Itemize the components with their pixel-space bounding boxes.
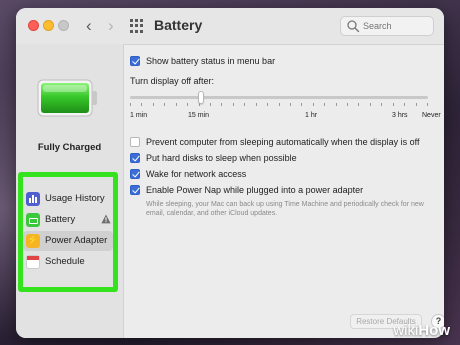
- slider-tick: [232, 103, 234, 106]
- slider-tick: [392, 103, 394, 106]
- sidebar-item-power-adapter[interactable]: ⚡ Power Adapter: [23, 231, 113, 251]
- tick-label-15-min: 15 min: [188, 112, 210, 119]
- slider-tick: [312, 103, 314, 106]
- slider-tick: [187, 103, 189, 106]
- slider-tick: [427, 103, 428, 106]
- main-panel: Show battery status in menu bar Turn dis…: [124, 44, 444, 338]
- slider-tick: [175, 103, 177, 106]
- prevent-sleep-checkbox[interactable]: [130, 137, 140, 147]
- battery-charged-icon: [37, 79, 97, 117]
- slider-tick: [301, 103, 303, 106]
- slider-tick: [152, 103, 154, 106]
- tick-label-1-min: 1 min: [130, 112, 148, 119]
- close-button[interactable]: [28, 20, 39, 31]
- back-chevron-icon[interactable]: ‹: [86, 16, 92, 36]
- slider-ticks: [130, 103, 428, 107]
- power-nap-label: Enable Power Nap while plugged into a po…: [146, 185, 364, 195]
- forward-chevron-icon[interactable]: ›: [108, 16, 114, 36]
- prevent-sleep-label: Prevent computer from sleeping automatic…: [146, 137, 420, 147]
- hard-disks-checkbox[interactable]: [130, 153, 140, 163]
- title-bar: ‹ › Battery: [16, 8, 444, 45]
- slider-tick: [369, 103, 371, 106]
- sidebar-item-label: Usage History: [45, 193, 105, 204]
- slider-tick: [141, 103, 143, 106]
- zoom-button[interactable]: [58, 20, 69, 31]
- power-nap-checkbox[interactable]: [130, 185, 140, 195]
- search-icon: [347, 20, 360, 33]
- sidebar-item-label: Power Adapter: [45, 235, 108, 246]
- display-off-slider-track[interactable]: [130, 96, 428, 99]
- slider-tick: [130, 103, 131, 106]
- slider-tick: [358, 103, 360, 106]
- power-adapter-icon: ⚡: [26, 234, 40, 248]
- battery-icon: [26, 213, 40, 227]
- slider-tick: [244, 103, 246, 106]
- sidebar-item-battery[interactable]: Battery: [23, 210, 113, 230]
- preferences-window: ‹ › Battery Search Fully Charged Usage H…: [16, 8, 444, 338]
- slider-tick: [209, 103, 211, 106]
- slider-tick: [324, 103, 326, 106]
- show-status-checkbox[interactable]: [130, 56, 140, 66]
- display-off-label: Turn display off after:: [130, 76, 215, 86]
- search-input[interactable]: [363, 19, 429, 33]
- schedule-icon: [26, 255, 40, 269]
- slider-tick: [221, 103, 223, 106]
- slider-tick: [267, 103, 269, 106]
- display-off-slider-thumb[interactable]: [198, 91, 204, 104]
- slider-tick: [289, 103, 291, 106]
- power-nap-description: While sleeping, your Mac can back up usi…: [146, 201, 424, 217]
- slider-tick: [278, 103, 280, 106]
- tick-label-never: Never: [422, 112, 441, 119]
- slider-tick: [347, 103, 349, 106]
- sidebar: Fully Charged Usage History Battery ⚡ Po…: [16, 44, 124, 338]
- wake-network-checkbox[interactable]: [130, 169, 140, 179]
- slider-tick: [335, 103, 337, 106]
- minimize-button[interactable]: [43, 20, 54, 31]
- slider-tick: [404, 103, 406, 106]
- sidebar-item-label: Battery: [45, 214, 76, 225]
- slider-tick: [415, 103, 417, 106]
- usage-history-icon: [26, 192, 40, 206]
- hard-disks-label: Put hard disks to sleep when possible: [146, 153, 297, 163]
- window-title: Battery: [154, 17, 203, 33]
- slider-tick: [255, 103, 257, 106]
- tick-label-3-hrs: 3 hrs: [392, 112, 408, 119]
- show-status-label: Show battery status in menu bar: [146, 56, 276, 66]
- slider-tick: [164, 103, 166, 106]
- battery-status-text: Fully Charged: [37, 142, 102, 153]
- slider-tick: [381, 103, 383, 106]
- warning-icon: [101, 214, 111, 224]
- sidebar-item-label: Schedule: [45, 256, 85, 267]
- tick-label-1-hr: 1 hr: [305, 112, 318, 119]
- sidebar-item-usage-history[interactable]: Usage History: [23, 189, 113, 209]
- search-box[interactable]: [340, 16, 434, 36]
- wikihow-watermark: wikiHow: [393, 322, 450, 339]
- sidebar-item-schedule[interactable]: Schedule: [23, 252, 113, 272]
- show-all-grid-icon[interactable]: [130, 19, 144, 33]
- wake-network-label: Wake for network access: [146, 169, 247, 179]
